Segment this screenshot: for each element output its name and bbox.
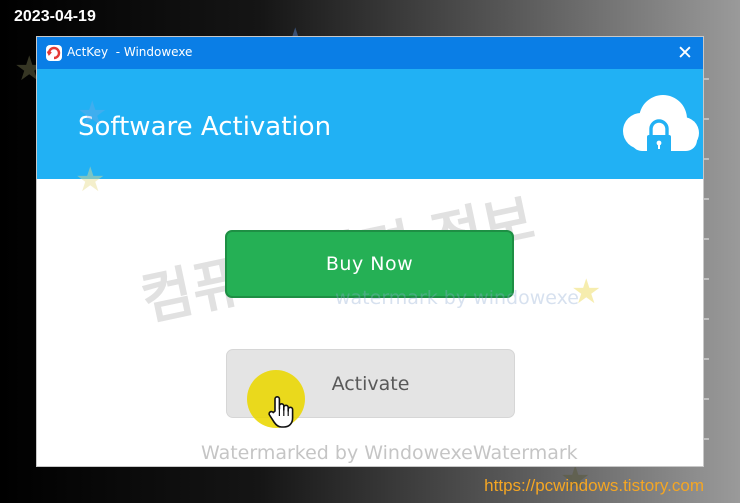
star-icon: ★ bbox=[77, 94, 108, 134]
site-url: https://pcwindows.tistory.com bbox=[484, 476, 704, 495]
watermark-bottom: Watermarked by WindowexeWatermark bbox=[201, 442, 578, 464]
title-bar: ActKey - Windowexe ✕ bbox=[37, 37, 703, 69]
buy-now-button[interactable]: Buy Now bbox=[225, 230, 514, 298]
star-icon: ★ bbox=[571, 272, 602, 312]
window-title: ActKey - Windowexe bbox=[67, 45, 193, 59]
activation-dialog: ActKey - Windowexe ✕ Software Activation… bbox=[36, 36, 704, 467]
header-banner: Software Activation bbox=[37, 69, 703, 179]
close-button[interactable]: ✕ bbox=[675, 42, 695, 64]
hand-cursor-icon bbox=[268, 396, 294, 428]
header-title: Software Activation bbox=[78, 112, 332, 142]
app-icon bbox=[46, 45, 62, 61]
cloud-lock-icon bbox=[623, 95, 699, 153]
date-stamp: 2023-04-19 bbox=[14, 8, 96, 25]
star-icon: ★ bbox=[75, 160, 106, 200]
